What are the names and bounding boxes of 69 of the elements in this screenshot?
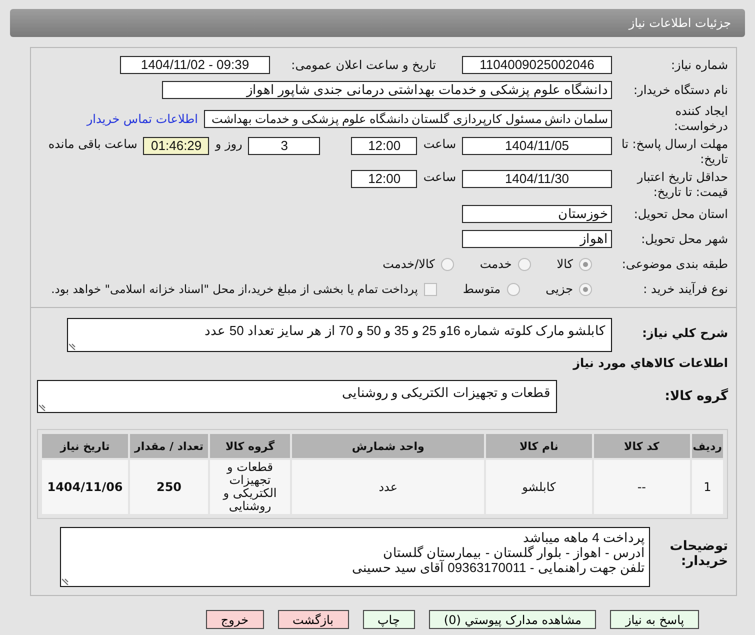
column-header: گروه کالا [210,434,290,458]
field-label: نوع فرآیند خرید : [642,282,728,296]
field-label: حداقل تاریخ اعتبار قیمت: تا تاریخ: [636,170,728,200]
field-label: نام دستگاه خریدار: [632,82,728,98]
creator-field: سلمان دانش مسئول کارپردازی گلستان دانشگاه علوم پزشکی و خدمات بهداشت [204,110,612,128]
goods-group-textarea[interactable]: قطعات و تجهیزات الکتریکی و روشنایی [37,380,557,413]
buyer-org-field: دانشگاه علوم پزشکی و خدمات بهداشتی درمانی جندی شاپور اهواز [162,81,612,99]
table-cell: قطعات و تجهیزات الکتریکی و روشنایی [210,460,290,514]
description-textarea[interactable]: کابلشو مارک کلوته شماره 16و 25 و 35 و 50 و 70 از هر سایز تعداد 50 عدد [67,318,612,352]
table-cell: 250 [130,460,208,514]
radio-button[interactable] [518,258,531,270]
radio-button[interactable] [579,258,592,270]
radio-label: متوسط [462,282,501,296]
remaining-label: ساعت باقی مانده [48,137,138,151]
province-field: خوزستان [462,205,612,223]
table-cell: کابلشو [486,460,592,514]
field-label: تاریخ و ساعت اعلان عمومی: [290,58,436,72]
action-button[interactable]: چاپ [362,610,415,629]
column-header: واحد شمارش [292,434,484,458]
radio-button[interactable] [506,282,520,296]
buyer-contact-link[interactable]: اطلاعات تماس خریدار [86,112,198,126]
field-label: شرح کلي نياز: [641,326,728,341]
time-label: ساعت [423,170,456,184]
action-button[interactable]: مشاهده مدارک پیوستي (0) [428,610,596,629]
column-header: نام کالا [486,434,592,458]
validity-time-field: 12:00 [351,170,418,188]
resize-grip-icon [39,403,47,411]
page-title: جزئیات اطلاعات نیاز [628,16,731,30]
radio-button[interactable] [440,258,454,270]
field-label: استان محل تحویل: [632,206,728,222]
buyer-notes-textarea[interactable]: پرداخت 4 ماهه میباشد ادرس - اهواز - بلوار گلستان - بیمارستان گلستان تلفن جهت راهنمایی - 09363170011 آقای سید حسینی [60,527,650,587]
radio-label: جزیی [546,282,573,296]
radio-label: خدمت [480,257,512,271]
column-header: تعداد / مقدار [130,434,208,458]
field-label: طبقه بندی موضوعی: [620,256,728,272]
validity-date-field: 1404/11/30 [462,170,612,188]
field-label: شماره نیاز: [670,58,728,72]
action-button[interactable]: خروج [206,610,264,629]
radio-label: کالا [556,257,573,271]
time-label: ساعت [423,137,456,151]
column-header: تاریخ نیاز [42,434,128,458]
remaining-time-field: 01:46:29 [143,137,210,155]
section-title: اطلاعات کالاهاي مورد نياز [572,356,728,370]
field-label: توضیحات خریدار: [668,539,728,569]
field-label: ایجاد کننده درخواست: [673,104,728,134]
checkbox[interactable] [424,282,437,296]
action-button[interactable]: پاسخ به نیاز [610,610,700,629]
days-label: روز و [215,137,242,151]
announce-date-field: 1404/11/02 - 09:39 [120,56,270,74]
field-label: شهر محل تحویل: [640,232,728,246]
deadline-date-field: 1404/11/05 [462,137,612,155]
field-label: گروه کالا: [664,389,728,404]
need-number-field: 1104009025002046 [462,56,612,74]
deadline-time-field: 12:00 [351,137,418,155]
radio-button[interactable] [579,282,592,296]
table-cell: 1404/11/06 [42,460,128,514]
table-cell: -- [594,460,690,514]
field-label: مهلت ارسال پاسخ: تا تاریخ: [620,137,728,167]
days-field: 3 [248,137,320,155]
city-field: اهواز [462,230,612,248]
checkbox-label: پرداخت تمام یا بخشی از مبلغ خرید،از محل "اسناد خزانه اسلامی" خواهد بود. [51,282,418,296]
radio-label: کالا/خدمت [382,257,435,271]
column-header: ردیف [692,434,723,458]
column-header: کد کالا [594,434,690,458]
table-cell: 1 [692,460,723,514]
resize-grip-icon [62,577,70,585]
table-cell: عدد [292,460,484,514]
action-button[interactable]: بازگشت [278,610,348,629]
resize-grip-icon [69,342,77,350]
